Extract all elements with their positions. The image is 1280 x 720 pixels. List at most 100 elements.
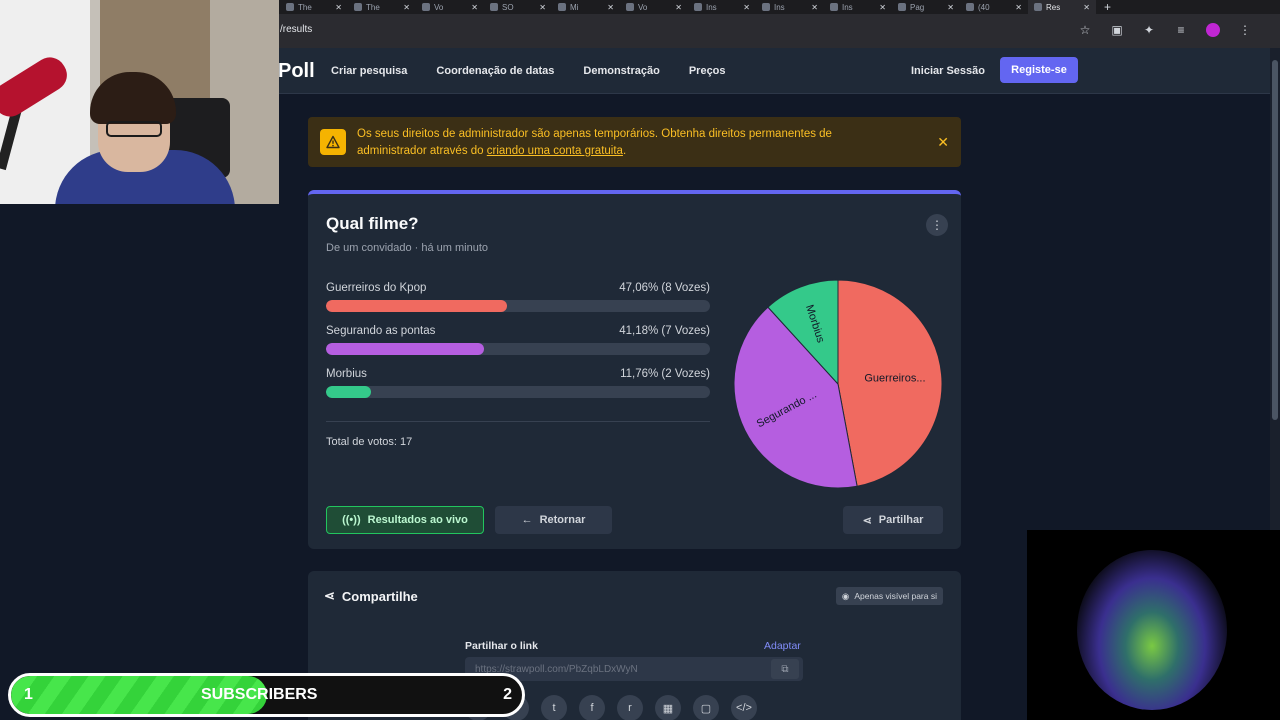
close-icon[interactable]: ✕: [1015, 3, 1022, 12]
close-icon[interactable]: ✕: [743, 3, 750, 12]
tab-favicon-icon: [762, 3, 770, 11]
copy-icon[interactable]: ⧉: [771, 659, 799, 679]
close-icon[interactable]: ✕: [607, 3, 614, 12]
browser-tab[interactable]: Ins ✕: [824, 0, 892, 14]
nav-link-date-coordination[interactable]: Coordenação de datas: [436, 65, 554, 77]
pie-slice-label: Guerreiros...: [864, 373, 925, 385]
code-icon[interactable]: </>: [731, 695, 757, 720]
tab-favicon-icon: [966, 3, 974, 11]
poll-title: Qual filme?: [326, 214, 419, 233]
more-options-icon[interactable]: ⋮: [926, 214, 948, 236]
browser-tab[interactable]: Pag ✕: [892, 0, 960, 14]
subscriber-count-goal: 2: [503, 686, 512, 703]
option-result: 11,76% (2 Vozes): [620, 368, 710, 380]
qr-code-icon[interactable]: ▦: [655, 695, 681, 720]
browser-tab[interactable]: Res ✕: [1028, 0, 1096, 14]
back-button[interactable]: ← Retornar: [495, 506, 612, 534]
tab-favicon-icon: [490, 3, 498, 11]
option-progress-bar: [326, 300, 710, 312]
twitter-icon[interactable]: t: [541, 695, 567, 720]
profile-avatar[interactable]: [1206, 23, 1220, 37]
media-icon[interactable]: ▣: [1110, 23, 1124, 37]
option-result: 41,18% (7 Vozes): [619, 325, 710, 337]
share-link-label: Partilhar o link: [465, 640, 538, 652]
tab-label: SO: [502, 2, 514, 12]
new-tab-icon[interactable]: +: [1104, 0, 1111, 14]
subscriber-goal-label: SUBSCRIBERS: [201, 686, 318, 703]
subscriber-count-current: 1: [24, 686, 33, 703]
url-text[interactable]: /results: [280, 24, 312, 35]
visibility-badge: ◉ Apenas visível para si: [835, 587, 943, 605]
tab-favicon-icon: [898, 3, 906, 11]
broadcast-icon: ((•)): [342, 514, 361, 526]
browser-tab[interactable]: Vo ✕: [416, 0, 484, 14]
tab-favicon-icon: [286, 3, 294, 11]
browser-tab[interactable]: SO ✕: [484, 0, 552, 14]
results-pie-chart: Guerreiros...Segurando ...Morbius: [733, 279, 943, 489]
close-icon[interactable]: ✕: [937, 134, 949, 151]
tab-label: Pag: [910, 2, 925, 12]
visibility-badge-label: Apenas visível para si: [854, 591, 937, 601]
warning-text: Os seus direitos de administrador são ap…: [357, 126, 897, 160]
visualizer-glow: [1077, 550, 1227, 710]
share-label: Partilhar: [878, 514, 924, 526]
option-progress-fill: [326, 386, 372, 398]
close-icon[interactable]: ✕: [471, 3, 478, 12]
tab-label: Res: [1046, 2, 1061, 12]
close-icon[interactable]: ✕: [879, 3, 886, 12]
close-icon[interactable]: ✕: [335, 3, 342, 12]
browser-tab[interactable]: Ins ✕: [756, 0, 824, 14]
arrow-left-icon: ←: [521, 514, 533, 526]
tab-favicon-icon: [422, 3, 430, 11]
reddit-icon[interactable]: r: [617, 695, 643, 720]
tab-label: The: [366, 2, 380, 12]
facebook-icon[interactable]: f: [579, 695, 605, 720]
eye-icon: ◉: [841, 590, 850, 601]
site-logo[interactable]: Poll: [278, 60, 315, 83]
option-label: Morbius: [326, 368, 367, 380]
close-icon[interactable]: ✕: [539, 3, 546, 12]
nav-link-demo[interactable]: Demonstração: [583, 65, 659, 77]
live-results-button[interactable]: ((•)) Resultados ao vivo: [326, 506, 484, 534]
live-results-label: Resultados ao vivo: [367, 514, 468, 526]
share-icon: ⋖: [324, 588, 335, 603]
option-result: 47,06% (8 Vozes): [619, 282, 710, 294]
browser-tab[interactable]: The ✕: [280, 0, 348, 14]
browser-tab[interactable]: (40 ✕: [960, 0, 1028, 14]
close-icon[interactable]: ✕: [1083, 3, 1090, 12]
tab-label: Mi: [570, 2, 579, 12]
poll-option: Segurando as pontas 41,18% (7 Vozes): [326, 325, 710, 355]
tab-favicon-icon: [694, 3, 702, 11]
close-icon[interactable]: ✕: [811, 3, 818, 12]
option-progress-fill: [326, 343, 485, 355]
login-link[interactable]: Iniciar Sessão: [911, 65, 985, 77]
embed-icon[interactable]: ▢: [693, 695, 719, 720]
close-icon[interactable]: ✕: [675, 3, 682, 12]
nav-link-pricing[interactable]: Preços: [689, 65, 726, 77]
menu-dots-icon[interactable]: ⋮: [1238, 23, 1252, 37]
browser-tab[interactable]: Vo ✕: [620, 0, 688, 14]
signup-button[interactable]: Registe-se: [1000, 57, 1078, 83]
close-icon[interactable]: ✕: [403, 3, 410, 12]
customize-link[interactable]: Adaptar: [764, 640, 801, 652]
share-button[interactable]: ⋖ Partilhar: [843, 506, 943, 534]
queue-icon[interactable]: ≡: [1174, 23, 1188, 37]
scrollbar-thumb[interactable]: [1272, 60, 1278, 420]
tab-favicon-icon: [1034, 3, 1042, 11]
poll-results-card: Qual filme? De um convidado · há um minu…: [308, 190, 961, 549]
browser-tab[interactable]: Mi ✕: [552, 0, 620, 14]
poll-option: Morbius 11,76% (2 Vozes): [326, 368, 710, 398]
tab-label: Vo: [638, 2, 648, 12]
back-label: Retornar: [539, 514, 586, 526]
star-icon[interactable]: ☆: [1078, 23, 1092, 37]
nav-link-create-poll[interactable]: Criar pesquisa: [331, 65, 407, 77]
browser-tab[interactable]: Ins ✕: [688, 0, 756, 14]
tab-label: Vo: [434, 2, 444, 12]
extensions-icon[interactable]: ✦: [1142, 23, 1156, 37]
share-icon: ⋖: [862, 514, 872, 527]
tab-favicon-icon: [830, 3, 838, 11]
browser-tab[interactable]: The ✕: [348, 0, 416, 14]
create-account-link[interactable]: criando uma conta gratuita: [487, 145, 623, 157]
warning-icon: [320, 129, 346, 155]
close-icon[interactable]: ✕: [947, 3, 954, 12]
